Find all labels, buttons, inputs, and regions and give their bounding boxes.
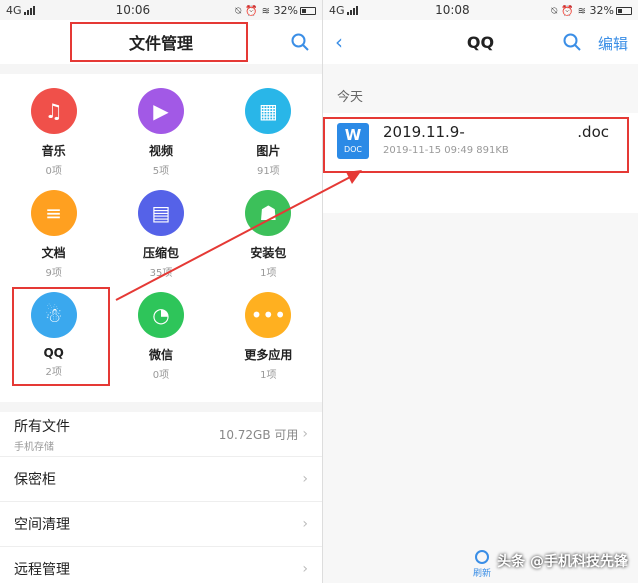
list-item-text: 保密柜 — [14, 469, 56, 489]
list-item-value: 10.72GB 可用 — [218, 427, 299, 442]
category-count: 9项 — [45, 268, 62, 279]
mute-icon: ⍉ — [235, 5, 242, 17]
category-label: 音乐 — [41, 144, 66, 158]
list-item-right: 10.72GB 可用 › — [219, 426, 308, 443]
list-item-text: 远程管理 — [14, 559, 70, 579]
battery-icon — [299, 6, 316, 15]
category-count: 35项 — [149, 268, 173, 279]
category-count: 1项 — [260, 370, 277, 381]
category-9[interactable]: ••• 更多应用 1项 — [215, 286, 322, 388]
network-status: 4G — [6, 4, 35, 17]
refresh-button[interactable]: 刷新 — [473, 550, 491, 579]
list-item[interactable]: 空间清理 › — [0, 502, 322, 547]
category-count: 5项 — [152, 166, 170, 177]
chevron-right-icon: › — [302, 471, 308, 487]
search-icon[interactable] — [562, 32, 582, 52]
battery-percent: 32% — [589, 3, 614, 17]
category-1[interactable]: ♫ 音乐 0项 — [0, 82, 107, 184]
mute-icon: ⍉ — [551, 5, 558, 17]
category-label: 视频 — [148, 144, 173, 158]
list-item-right: › — [302, 471, 308, 487]
list-item-right: › — [302, 516, 308, 532]
status-time: 10:06 — [115, 3, 151, 17]
android-icon: ☗ — [245, 190, 292, 236]
category-count: 0项 — [45, 166, 62, 177]
signal-icon — [23, 6, 35, 15]
search-icon[interactable] — [290, 32, 310, 52]
qq-folder-panel: 4G 10:08 ⍉ ⏰ ≋ 32% ‹ QQ 编辑 今天 W DOC 2019.1… — [322, 0, 638, 583]
battery-percent: 32% — [273, 3, 298, 17]
category-label: 压缩包 — [142, 246, 179, 260]
archive-icon: ▤ — [137, 190, 184, 236]
category-4[interactable]: ≡ 文档 9项 — [0, 184, 107, 286]
alarm-icon: ⏰ — [561, 5, 574, 17]
category-count: 91项 — [256, 166, 280, 177]
category-count: 0项 — [152, 370, 170, 381]
category-2[interactable]: ▶ 视频 5项 — [107, 82, 214, 184]
category-label: 图片 — [256, 144, 281, 158]
status-time: 10:08 — [435, 3, 470, 17]
list-item-text: 空间清理 — [14, 514, 70, 534]
list-item-right: › — [302, 561, 308, 577]
highlight-box-file — [323, 117, 629, 173]
list-item-label: 所有文件 — [14, 418, 70, 435]
network-status: 4G — [329, 4, 358, 17]
music-icon: ♫ — [30, 88, 77, 134]
signal-icon — [346, 6, 358, 15]
page-title: QQ — [466, 32, 495, 52]
category-label: 更多应用 — [244, 348, 293, 362]
category-count: 1项 — [260, 268, 277, 279]
wechat-icon: ◔ — [137, 292, 184, 338]
category-3[interactable]: ▦ 图片 91项 — [215, 82, 322, 184]
status-right: ⍉ ⏰ ≋ 32% — [547, 4, 632, 17]
list-item[interactable]: 远程管理 › — [0, 547, 322, 583]
category-label: 安装包 — [250, 246, 287, 260]
category-label: 微信 — [148, 348, 173, 362]
highlight-box-qq — [12, 287, 110, 386]
list-item-label: 空间清理 — [14, 517, 70, 533]
chevron-right-icon: › — [302, 561, 308, 577]
back-chevron-icon[interactable]: ‹ — [335, 30, 343, 54]
edit-button[interactable]: 编辑 — [598, 33, 628, 54]
storage-list: 所有文件 手机存储 10.72GB 可用 › 保密柜 › 空间清理 › 远程管理 › — [0, 412, 322, 583]
wifi-icon: ≋ — [261, 5, 271, 17]
refresh-icon — [475, 550, 489, 564]
status-right: ⍉ ⏰ ≋ 32% — [231, 4, 316, 17]
alarm-icon: ⏰ — [245, 5, 258, 17]
chevron-right-icon: › — [302, 516, 308, 532]
wifi-icon: ≋ — [577, 5, 587, 17]
header: 文件管理 — [0, 20, 322, 64]
battery-icon — [615, 6, 632, 15]
category-label: 文档 — [41, 246, 66, 260]
play-icon: ▶ — [137, 88, 184, 134]
list-item[interactable]: 所有文件手机存储 10.72GB 可用 › — [0, 412, 322, 457]
chevron-right-icon: › — [302, 426, 308, 442]
file-list: W DOC 2019.11.9- .doc 2019-11-15 09:49 8… — [323, 113, 638, 213]
status-bar: 4G 10:08 ⍉ ⏰ ≋ 32% — [323, 0, 638, 20]
category-6[interactable]: ☗ 安装包 1项 — [215, 184, 322, 286]
status-bar: 4G 10:06 ⍉ ⏰ ≋ 32% — [0, 0, 322, 20]
category-5[interactable]: ▤ 压缩包 35项 — [107, 184, 214, 286]
list-item[interactable]: 保密柜 › — [0, 457, 322, 502]
list-item-label: 保密柜 — [14, 472, 56, 488]
document-icon: ≡ — [30, 190, 77, 236]
header: ‹ QQ 编辑 — [323, 20, 638, 64]
more-icon: ••• — [245, 292, 292, 338]
list-item-label: 远程管理 — [14, 562, 70, 578]
highlight-box-title — [70, 22, 248, 62]
section-header-today: 今天 — [337, 90, 364, 105]
category-8[interactable]: ◔ 微信 0项 — [107, 286, 214, 388]
list-item-text: 所有文件 手机存储 — [14, 416, 70, 453]
file-manager-panel: 4G 10:06 ⍉ ⏰ ≋ 32% 文件管理 ♫ 音乐 0项 ▶ 视频 5项 ▦ 图片 91项 ≡ 文… — [0, 0, 322, 583]
image-icon: ▦ — [245, 88, 292, 134]
list-item-sub: 手机存储 — [14, 441, 54, 453]
watermark: 头条 @手机科技先锋 — [497, 554, 628, 570]
